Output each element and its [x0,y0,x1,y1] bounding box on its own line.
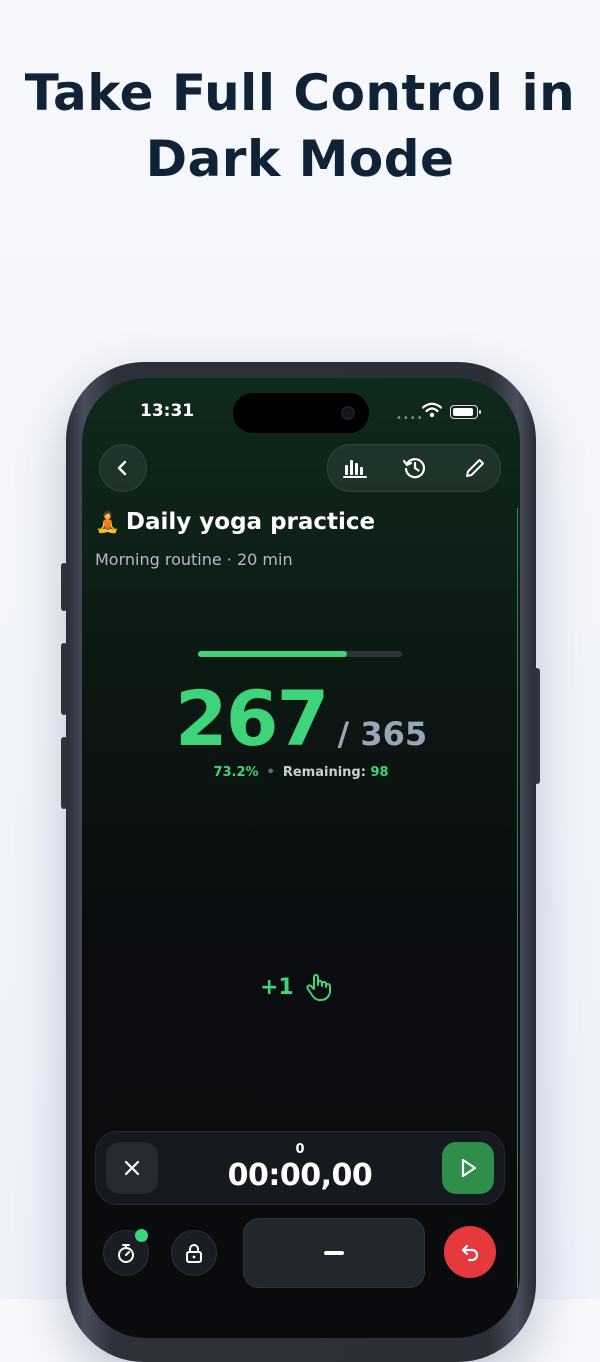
side-button [61,563,67,611]
goal-title: 🧘 Daily yoga practice [95,509,375,535]
headline: Take Full Control in Dark Mode [24,64,576,188]
pencil-icon [466,459,484,477]
progress-bar [198,651,402,657]
percent-value: 73.2% [213,765,259,780]
goal-subtitle: Morning routine · 20 min [95,550,293,569]
counter: 267/ 365 [82,674,520,763]
play-icon [461,1158,477,1178]
history-button[interactable] [402,455,428,481]
decrement-button[interactable] [243,1218,425,1288]
timer-play-button[interactable] [442,1142,494,1194]
stats-button[interactable] [342,455,368,481]
timer-panel: 0 00:00,00 [95,1131,505,1205]
stopwatch-icon [118,1244,134,1263]
total-count: / 365 [337,715,428,753]
undo-button[interactable] [444,1226,496,1278]
goal-emoji: 🧘 [95,510,120,534]
increment-label: +1 [260,974,294,1000]
status-time: 13:31 [140,401,195,421]
history-icon [402,458,426,479]
accent-edge [517,508,518,1288]
chevron-left-icon [117,460,127,476]
battery-icon [450,405,481,419]
lock-button[interactable] [171,1230,217,1276]
side-button [534,668,540,784]
goal-title-text: Daily yoga practice [125,509,376,535]
separator-dot: • [266,765,275,780]
dynamic-island [233,393,369,433]
undo-icon [461,1244,479,1262]
current-count: 267 [174,674,330,763]
progress-fill [198,651,348,657]
increment-button[interactable]: +1 [260,972,334,1002]
back-button[interactable] [99,444,147,492]
stopwatch-status-dot [135,1229,148,1242]
wifi-icon [422,402,442,418]
lock-icon [186,1244,202,1263]
counter-stats: 73.2% • Remaining: 98 [82,765,520,780]
tap-hand-icon [306,974,331,1001]
side-button [61,737,67,809]
minus-icon [324,1251,344,1255]
signal-icon: •••• [396,413,424,424]
edit-button[interactable] [462,455,488,481]
remaining-value: 98 [370,765,389,780]
side-button [61,643,67,715]
camera-icon [341,406,355,420]
header-toolbar [327,444,501,492]
bar-chart-icon [343,460,367,478]
app-screen: 13:31 •••• 🧘 Daily yoga practice Morning… [82,378,520,1338]
remaining-label: Remaining: [282,765,366,780]
